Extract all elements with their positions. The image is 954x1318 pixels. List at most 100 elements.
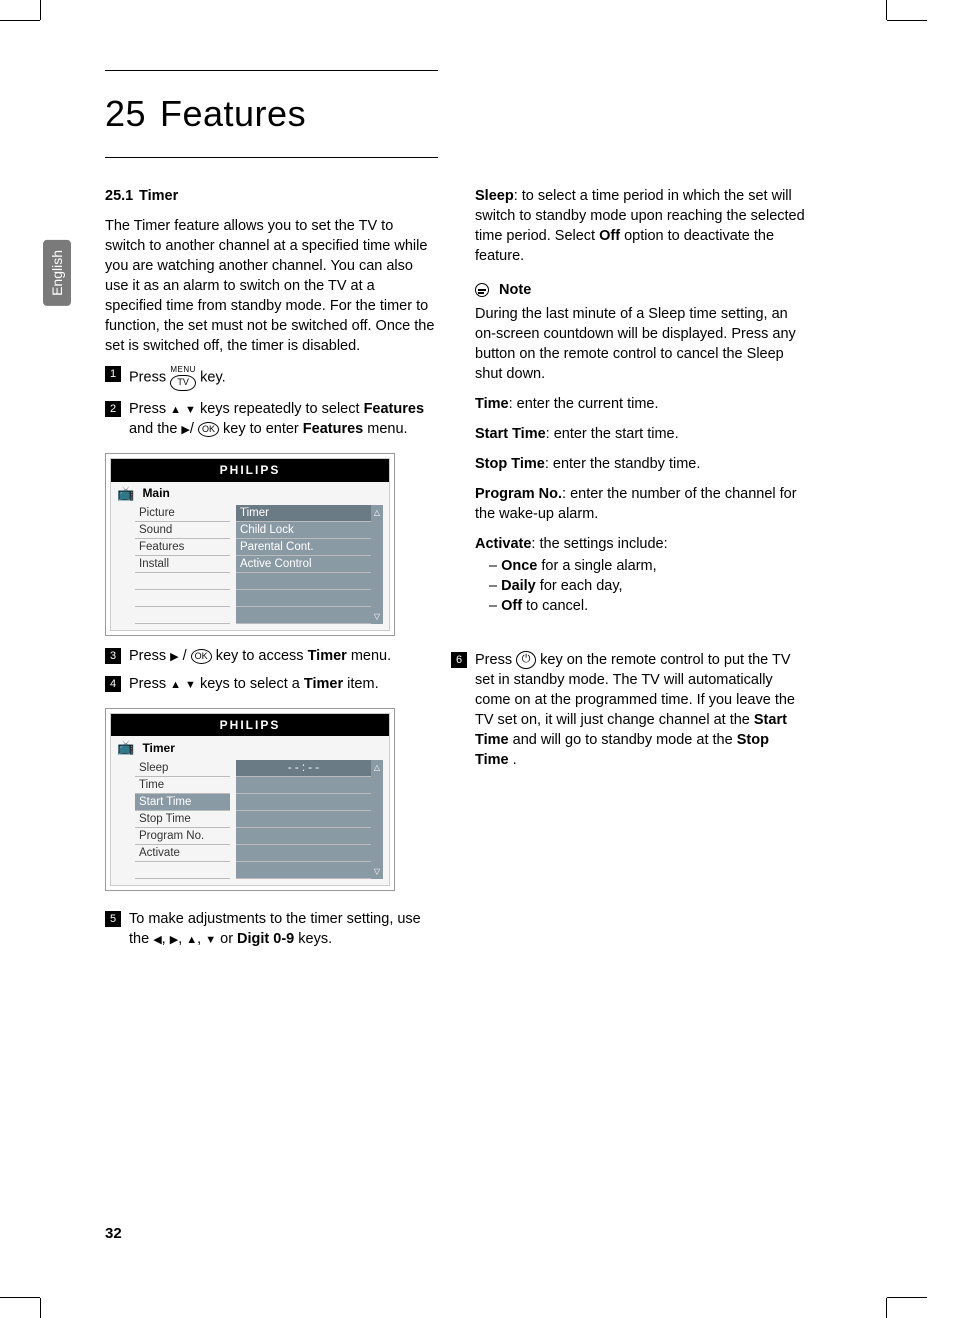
step-text: item.	[347, 676, 378, 692]
osd-item: Picture	[135, 505, 230, 522]
osd-item-empty	[236, 811, 371, 828]
right-arrow-icon: ▶	[170, 651, 178, 663]
power-icon: ⏻	[516, 651, 536, 669]
up-arrow-icon: ▲	[170, 404, 181, 416]
osd-item-empty	[236, 845, 371, 862]
def-label: Activate	[475, 536, 531, 552]
def-label: Start Time	[475, 426, 546, 442]
step-text: key to access	[216, 648, 308, 664]
right-column: Sleep: to select a time period in which …	[475, 186, 805, 949]
osd-item-selected: Timer	[236, 505, 371, 522]
step-text: and will go to standby mode at the	[513, 732, 737, 748]
osd-item-empty	[236, 607, 371, 624]
right-arrow-icon: ▶	[181, 424, 189, 436]
osd-item: Activate	[135, 845, 230, 862]
note-icon	[475, 283, 489, 297]
chapter-number: 25	[105, 93, 160, 135]
down-arrow-icon: ▼	[185, 679, 196, 691]
note-heading: Note	[475, 280, 805, 300]
step-number: 2	[105, 401, 121, 417]
step-text: key to enter	[223, 421, 303, 437]
osd-item-empty	[236, 573, 371, 590]
scroll-up-icon: △	[374, 507, 380, 518]
features-label: Features	[364, 401, 424, 417]
bottom-rule	[105, 157, 438, 158]
osd-item: Program No.	[135, 828, 230, 845]
step-5: 5 To make adjustments to the timer setti…	[105, 909, 435, 949]
osd-item: Child Lock	[236, 522, 371, 539]
osd-item: Time	[135, 777, 230, 794]
page-number: 32	[105, 1225, 122, 1242]
tv-icon: 📺	[117, 484, 134, 503]
left-column: 25.1Timer The Timer feature allows you t…	[105, 186, 435, 949]
list-item: – Once for a single alarm,	[489, 556, 805, 576]
osd-item-empty	[135, 590, 230, 607]
intro-paragraph: The Timer feature allows you to set the …	[105, 216, 435, 356]
def-label: Program No.	[475, 486, 562, 502]
right-arrow-icon: ▶	[170, 934, 178, 946]
def-program-no: Program No.: enter the number of the cha…	[475, 484, 805, 524]
step-4: 4 Press ▲ ▼ keys to select a Timer item.	[105, 674, 435, 694]
step-text: .	[513, 752, 517, 768]
menu-tv-key-icon: MENU TV	[170, 364, 196, 391]
step-text: Press	[129, 369, 170, 385]
step-3: 3 Press ▶ / OK key to access Timer menu.	[105, 646, 435, 666]
note-body: During the last minute of a Sleep time s…	[475, 304, 805, 384]
step-text: keys.	[298, 931, 332, 947]
step-number: 1	[105, 366, 121, 382]
step-number: 3	[105, 648, 121, 664]
osd-item: Parental Cont.	[236, 539, 371, 556]
def-label: Time	[475, 396, 509, 412]
osd-timer-menu: PHILIPS 📺 Timer Sleep Time Start Time St…	[105, 708, 395, 891]
osd-value: - - : - -	[236, 760, 371, 777]
features-label: Features	[303, 421, 363, 437]
step-6: 6 Press ⏻ key on the remote control to p…	[451, 650, 805, 770]
osd-item: Stop Time	[135, 811, 230, 828]
osd-item: Sleep	[135, 760, 230, 777]
step-2: 2 Press ▲ ▼ keys repeatedly to select Fe…	[105, 399, 435, 439]
osd-brand: PHILIPS	[111, 459, 389, 482]
osd-scrollbar: △ ▽	[371, 760, 383, 879]
def-sleep: Sleep: to select a time period in which …	[475, 186, 805, 266]
step-number: 6	[451, 652, 467, 668]
chapter-name: Features	[160, 93, 306, 134]
tv-icon: 📺	[117, 738, 134, 757]
osd-item: Install	[135, 556, 230, 573]
ok-key-icon: OK	[198, 422, 219, 437]
step-text: and the	[129, 421, 181, 437]
def-label: Stop Time	[475, 456, 545, 472]
step-text: or	[220, 931, 237, 947]
scroll-down-icon: ▽	[374, 611, 380, 622]
step-text: Press	[129, 676, 170, 692]
osd-scrollbar: △ ▽	[371, 505, 383, 624]
osd-item-empty	[135, 862, 230, 879]
down-arrow-icon: ▼	[185, 404, 196, 416]
osd-main-menu: PHILIPS 📺 Main Picture Sound Features In…	[105, 453, 395, 636]
step-text: menu.	[367, 421, 407, 437]
osd-title: Timer	[142, 740, 174, 757]
section-title: Timer	[139, 188, 178, 204]
osd-item: Sound	[135, 522, 230, 539]
page-footer: 32	[105, 1225, 122, 1243]
section-heading: 25.1Timer	[105, 186, 435, 206]
def-time: Time: enter the current time.	[475, 394, 805, 414]
step-text: keys to select a	[200, 676, 304, 692]
step-number: 5	[105, 911, 121, 927]
osd-item-empty	[236, 777, 371, 794]
step-text: keys repeatedly to select	[200, 401, 364, 417]
ok-key-icon: OK	[191, 649, 212, 664]
timer-label: Timer	[308, 648, 347, 664]
step-number: 4	[105, 676, 121, 692]
osd-brand: PHILIPS	[111, 714, 389, 737]
scroll-up-icon: △	[374, 762, 380, 773]
osd-item: Features	[135, 539, 230, 556]
step-1: 1 Press MENU TV key.	[105, 364, 435, 391]
chapter-title: 25Features	[105, 93, 880, 135]
list-item: – Off to cancel.	[489, 596, 805, 616]
up-arrow-icon: ▲	[186, 934, 197, 946]
def-start-time: Start Time: enter the start time.	[475, 424, 805, 444]
step-text: Press	[475, 652, 516, 668]
osd-item: Active Control	[236, 556, 371, 573]
osd-item-empty	[236, 828, 371, 845]
top-rule	[105, 70, 438, 71]
